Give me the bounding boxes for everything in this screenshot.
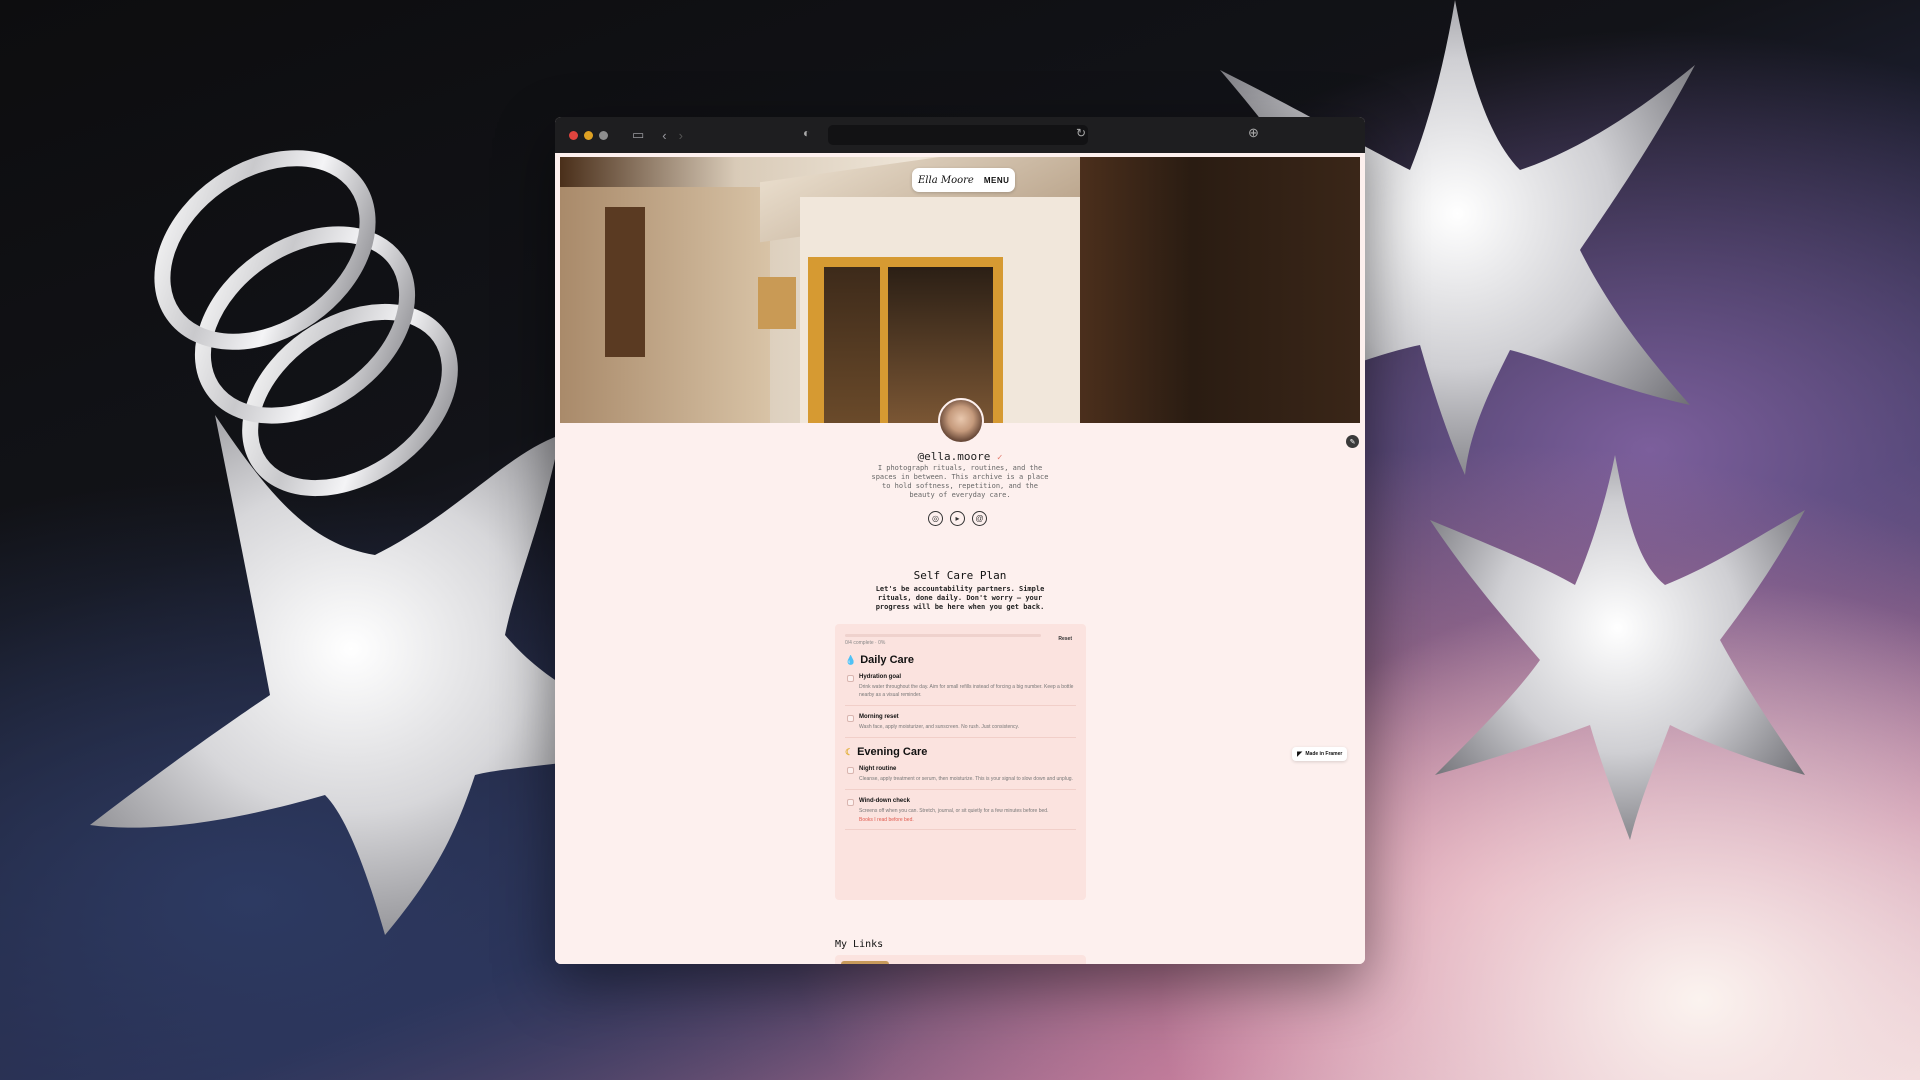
threads-icon[interactable]: @	[972, 511, 987, 526]
zoom-window-button[interactable]	[599, 130, 608, 140]
instagram-icon[interactable]: ◎	[928, 511, 943, 526]
section-daily-care: 💧 Daily Care	[845, 654, 915, 666]
profile-handle: @ella.moore ✓	[917, 450, 1003, 463]
address-bar[interactable]	[828, 125, 1088, 145]
brand-logo[interactable]: Ella Moore	[918, 175, 974, 186]
nav-pill: Ella Moore MENU	[912, 168, 1016, 192]
minimize-window-button[interactable]	[584, 130, 593, 140]
self-care-card: 0/4 complete · 0% Reset 💧 Daily Care Hyd…	[835, 624, 1086, 900]
download-icon[interactable]: ⊕	[1248, 125, 1259, 141]
back-icon[interactable]: ‹	[662, 128, 666, 143]
checkbox[interactable]	[847, 799, 854, 806]
decorative-star-bottom-right	[1430, 455, 1810, 840]
progress-row: 0/4 complete · 0% Reset	[845, 634, 1076, 648]
link-thumbnail	[841, 961, 889, 964]
checkbox[interactable]	[847, 767, 854, 774]
decorative-rings	[95, 100, 505, 520]
progress-text: 0/4 complete · 0%	[845, 640, 886, 646]
section-evening-care: ☾ Evening Care	[845, 746, 928, 758]
social-links: ◎ ▸ @	[928, 511, 987, 526]
list-item[interactable]: Night routine Cleanse, apply treatment o…	[845, 766, 1076, 790]
menu-button[interactable]: MENU	[984, 176, 1010, 185]
list-item[interactable]: Wind-down check Screens off when you can…	[845, 798, 1076, 830]
page-content: Ella Moore MENU ✎ @ella.moore ✓ I photog…	[555, 153, 1365, 964]
water-drop-icon: 💧	[845, 654, 857, 665]
reload-icon[interactable]: ↻	[1076, 126, 1086, 140]
edit-icon[interactable]: ✎	[1346, 435, 1359, 448]
plan-title: Self Care Plan	[913, 569, 1007, 582]
close-window-button[interactable]	[569, 130, 578, 140]
list-item[interactable]: Morning reset Wash face, apply moisturiz…	[845, 714, 1076, 738]
browser-window: ▭ ‹ › ◐ ↻ ⊕ Ella Moore MENU ✎ @ella.moor…	[555, 117, 1365, 964]
shield-icon[interactable]: ◐	[803, 126, 810, 140]
hero-image	[560, 157, 1360, 423]
links-title: My Links	[835, 939, 884, 950]
books-link[interactable]: Books I read before bed.	[859, 817, 1076, 823]
browser-toolbar: ▭ ‹ › ◐ ↻ ⊕	[555, 117, 1365, 153]
sidebar-icon[interactable]: ▭	[632, 127, 644, 143]
made-in-framer-badge[interactable]: ◤ Made in Framer	[1292, 747, 1348, 761]
youtube-icon[interactable]: ▸	[950, 511, 965, 526]
progress-bar	[845, 634, 1041, 637]
avatar	[938, 398, 984, 444]
profile-bio: I photograph rituals, routines, and the …	[871, 464, 1049, 499]
checkbox[interactable]	[847, 715, 854, 722]
verified-icon: ✓	[997, 453, 1003, 463]
framer-icon: ◤	[1297, 751, 1303, 758]
link-card[interactable]	[835, 955, 1086, 964]
list-item[interactable]: Hydration goal Drink water throughout th…	[845, 674, 1076, 706]
reset-button[interactable]: Reset	[1058, 636, 1072, 642]
moon-icon: ☾	[845, 746, 854, 757]
forward-icon[interactable]: ›	[679, 128, 683, 143]
checkbox[interactable]	[847, 675, 854, 682]
plan-subtitle: Let's be accountability partners. Simple…	[875, 585, 1045, 611]
